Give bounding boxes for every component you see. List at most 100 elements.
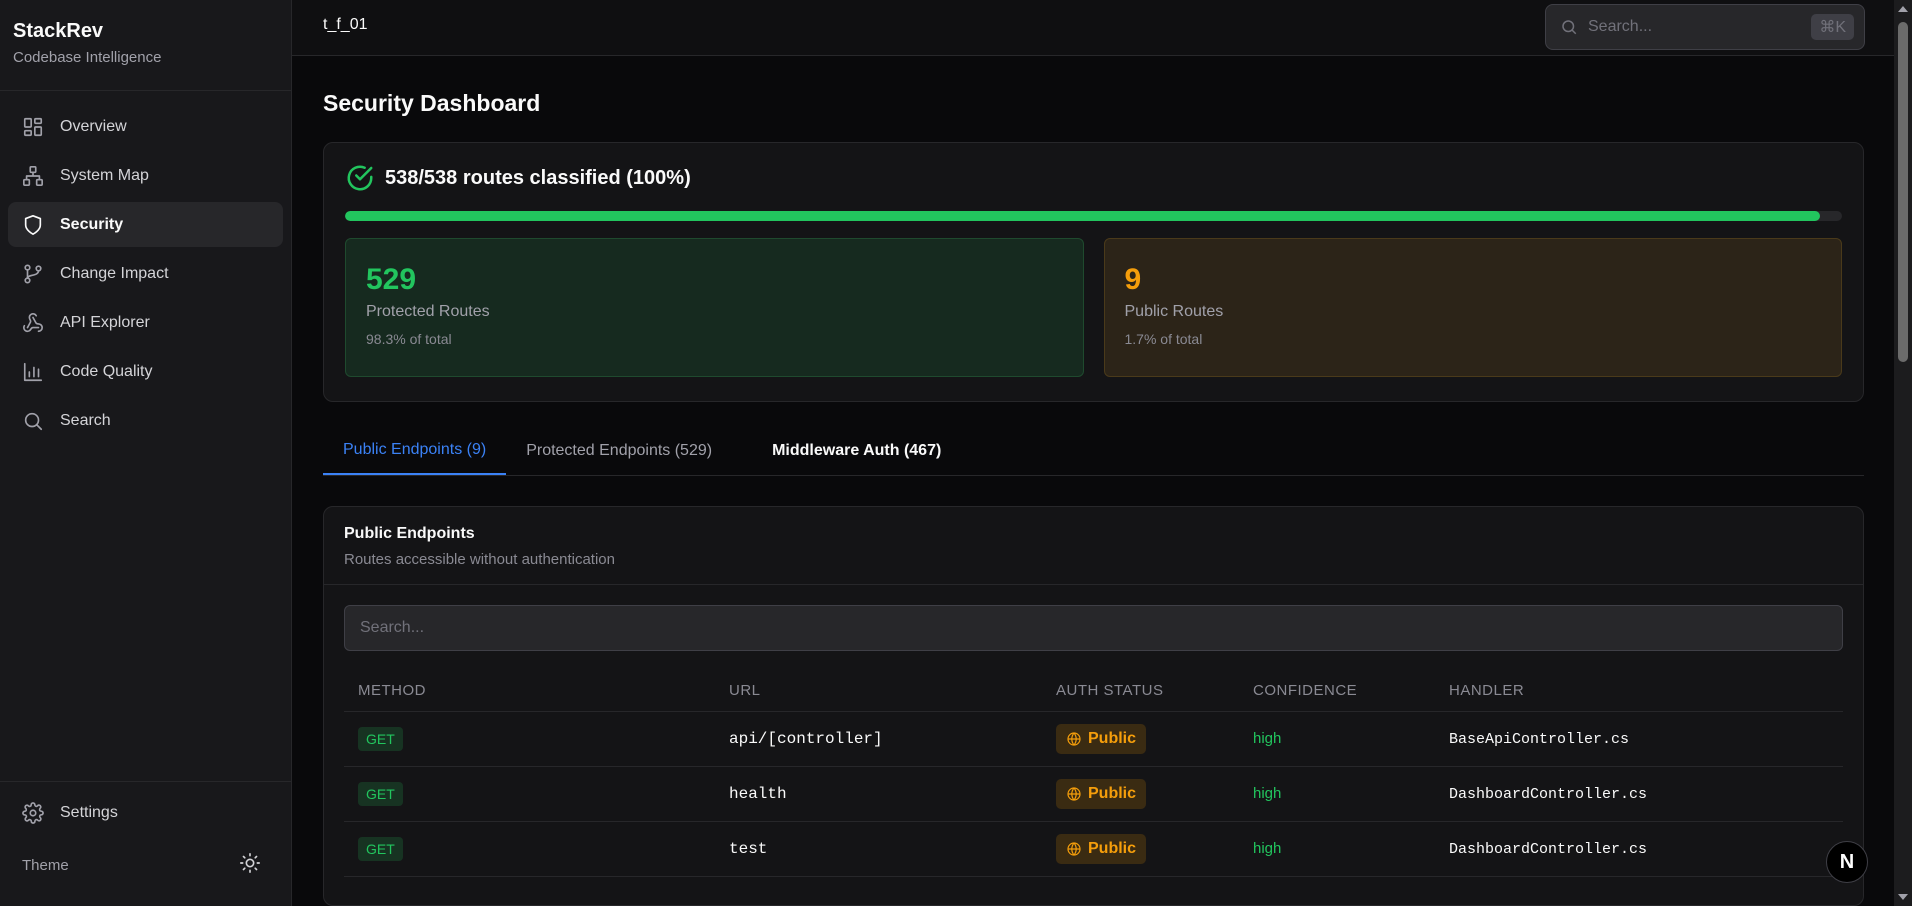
theme-row: Theme <box>8 839 283 891</box>
endpoint-search-input[interactable] <box>344 605 1843 651</box>
classification-summary: 538/538 routes classified (100%) 529 Pro… <box>323 142 1864 402</box>
project-name: t_f_01 <box>323 16 368 33</box>
page-scrollbar[interactable] <box>1894 0 1912 906</box>
check-circle-icon <box>347 165 373 191</box>
sidebar-item-label: Overview <box>60 117 127 135</box>
endpoints-table: METHOD URL AUTH STATUS CONFIDENCE HANDLE… <box>344 671 1843 877</box>
globe-icon <box>1067 786 1081 801</box>
sidebar: StackRev Codebase Intelligence Overview … <box>0 0 292 906</box>
sidebar-item-label: API Explorer <box>60 313 150 331</box>
sidebar-item-label: Search <box>60 411 111 429</box>
column-header-handler[interactable]: HANDLER <box>1435 671 1843 712</box>
webhook-icon <box>22 312 44 334</box>
page-title: Security Dashboard <box>323 90 541 116</box>
sidebar-item-system-map[interactable]: System Map <box>8 153 283 198</box>
sidebar-item-security[interactable]: Security <box>8 202 283 247</box>
column-header-url[interactable]: URL <box>715 671 1042 712</box>
global-search-placeholder: Search... <box>1588 18 1653 35</box>
next-dev-indicator-button[interactable]: N <box>1826 841 1868 883</box>
sidebar-item-label: Settings <box>60 803 118 821</box>
table-row[interactable]: GET test Public high DashboardController… <box>344 821 1843 877</box>
sidebar-item-label: Security <box>60 215 124 233</box>
sidebar-item-label: System Map <box>60 166 149 184</box>
column-header-method[interactable]: METHOD <box>344 671 715 712</box>
protected-routes-value: 529 <box>366 263 417 296</box>
stat-row: 529 Protected Routes 98.3% of total 9 Pu… <box>345 238 1842 377</box>
card-title: Public Endpoints <box>344 525 475 542</box>
globe-icon <box>1067 841 1081 856</box>
classification-progress <box>345 211 1842 221</box>
sun-icon[interactable] <box>239 852 261 879</box>
column-header-confidence[interactable]: CONFIDENCE <box>1239 671 1435 712</box>
sidebar-item-settings[interactable]: Settings <box>8 790 283 835</box>
public-routes-label: Public Routes <box>1124 303 1224 320</box>
table-row[interactable]: GET api/[controller] Public high BaseApi… <box>344 711 1843 767</box>
route-url: test <box>729 839 768 858</box>
globe-icon <box>1067 731 1081 746</box>
table-row[interactable]: GET health Public high DashboardControll… <box>344 766 1843 822</box>
confidence-value: high <box>1253 840 1282 857</box>
auth-status-label: Public <box>1088 729 1137 747</box>
sidebar-item-search[interactable]: Search <box>8 398 283 443</box>
auth-status-badge: Public <box>1056 778 1147 809</box>
brand-title: StackRev <box>13 20 104 42</box>
tab-public-endpoints[interactable]: Public Endpoints (9) <box>323 426 507 475</box>
protected-routes-card: 529 Protected Routes 98.3% of total <box>345 238 1084 377</box>
layout-grid-icon <box>22 116 44 138</box>
shortcut-badge: ⌘K <box>1811 14 1854 40</box>
card-body: METHOD URL AUTH STATUS CONFIDENCE HANDLE… <box>324 585 1863 877</box>
auth-status-label: Public <box>1088 784 1137 802</box>
sidebar-item-code-quality[interactable]: Code Quality <box>8 349 283 394</box>
public-endpoints-card: Public Endpoints Routes accessible witho… <box>323 506 1864 906</box>
gear-icon <box>22 801 44 824</box>
sidebar-item-label: Code Quality <box>60 362 153 380</box>
progress-fill <box>345 211 1820 221</box>
bar-chart-icon <box>22 361 44 383</box>
confidence-value: high <box>1253 730 1282 747</box>
sidebar-nav: Overview System Map Security Change Impa… <box>0 91 291 460</box>
card-header: Public Endpoints Routes accessible witho… <box>324 507 1863 585</box>
search-icon <box>22 410 44 432</box>
brand: StackRev Codebase Intelligence <box>0 0 291 91</box>
tab-middleware-auth[interactable]: Middleware Auth (467) <box>752 426 961 475</box>
public-routes-percent: 1.7% of total <box>1124 331 1203 347</box>
handler-file: BaseApiController.cs <box>1449 730 1630 748</box>
method-badge: GET <box>358 726 403 751</box>
search-icon <box>1562 20 1577 35</box>
auth-status-badge: Public <box>1056 833 1147 864</box>
sidebar-item-change-impact[interactable]: Change Impact <box>8 251 283 296</box>
sidebar-item-label: Change Impact <box>60 264 169 282</box>
table-header-row: METHOD URL AUTH STATUS CONFIDENCE HANDLE… <box>344 671 1843 712</box>
method-badge: GET <box>358 781 403 806</box>
global-search[interactable]: Search... ⌘K <box>1545 4 1865 50</box>
theme-label: Theme <box>22 856 69 874</box>
confidence-value: high <box>1253 785 1282 802</box>
route-url: api/[controller] <box>729 729 883 748</box>
method-badge: GET <box>358 836 403 861</box>
tab-protected-endpoints[interactable]: Protected Endpoints (529) <box>506 426 732 475</box>
scroll-thumb[interactable] <box>1898 22 1908 362</box>
git-branch-icon <box>22 263 44 285</box>
classification-headline: 538/538 routes classified (100%) <box>385 166 691 189</box>
scroll-up-arrow[interactable] <box>1898 6 1908 12</box>
column-header-auth-status[interactable]: AUTH STATUS <box>1042 671 1239 712</box>
protected-routes-percent: 98.3% of total <box>366 331 452 347</box>
topbar: t_f_01 Search... ⌘K <box>292 0 1894 56</box>
public-routes-card: 9 Public Routes 1.7% of total <box>1103 238 1842 377</box>
route-url: health <box>729 784 787 803</box>
sidebar-item-overview[interactable]: Overview <box>8 104 283 149</box>
network-icon <box>22 165 44 187</box>
scroll-down-arrow[interactable] <box>1898 894 1908 900</box>
brand-subtitle: Codebase Intelligence <box>13 49 162 66</box>
shield-icon <box>22 214 44 236</box>
endpoint-tabs: Public Endpoints (9) Protected Endpoints… <box>323 426 1864 476</box>
handler-file: DashboardController.cs <box>1449 785 1648 803</box>
sidebar-item-api-explorer[interactable]: API Explorer <box>8 300 283 345</box>
public-routes-value: 9 <box>1124 263 1142 296</box>
protected-routes-label: Protected Routes <box>366 303 490 320</box>
auth-status-label: Public <box>1088 839 1137 857</box>
summary-header: 538/538 routes classified (100%) <box>345 163 1842 193</box>
auth-status-badge: Public <box>1056 723 1147 754</box>
card-description: Routes accessible without authentication <box>344 551 615 568</box>
handler-file: DashboardController.cs <box>1449 840 1648 858</box>
